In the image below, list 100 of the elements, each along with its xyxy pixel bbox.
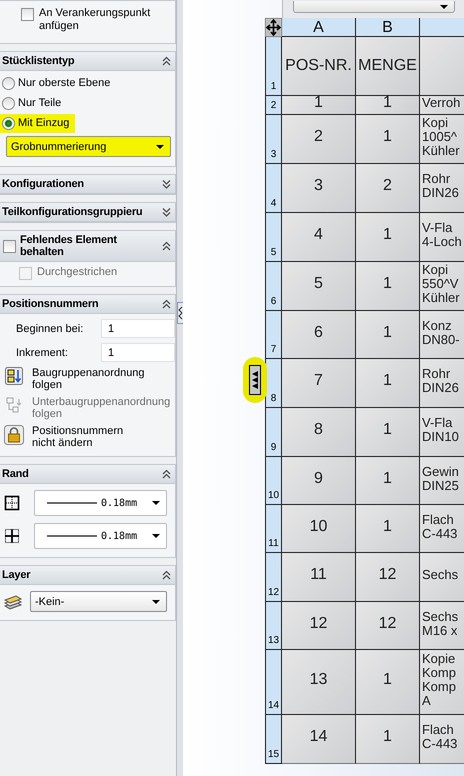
table-cell: 1 (356, 359, 420, 408)
section-header[interactable]: Positionsnummern (0, 295, 175, 314)
table-cell: Konz DN80- (420, 311, 464, 359)
option-label: Positionsnummern nicht ändern (32, 425, 124, 449)
radio-label: Nur oberste Ebene (18, 77, 110, 90)
collapse-icon[interactable] (162, 241, 171, 251)
table-cell: Flach C-443 (420, 505, 464, 553)
expand-icon[interactable] (162, 207, 171, 217)
line-sample-icon (47, 535, 97, 537)
radio-button[interactable] (2, 77, 15, 90)
table-cell: 12 (356, 553, 420, 602)
collapse-icon[interactable] (162, 469, 171, 479)
section-header[interactable]: Stücklistentyp (0, 52, 175, 71)
lock-icon[interactable] (4, 425, 24, 445)
row-header[interactable]: 10 (265, 457, 282, 505)
row-header[interactable]: 9 (265, 408, 282, 457)
collapse-icon[interactable] (162, 570, 171, 580)
table-cell: 12 (356, 602, 420, 650)
radio-label: Mit Einzug (18, 117, 70, 130)
row-header[interactable]: 2 (265, 96, 282, 115)
table-cell: Verroh (420, 96, 464, 115)
layers-icon (4, 593, 22, 610)
table-cell: 1 (356, 213, 420, 262)
checkbox[interactable] (3, 240, 16, 253)
table-cell: 2 (282, 115, 356, 164)
field-label: Beginnen bei: (15, 322, 84, 334)
column-header[interactable] (420, 18, 464, 37)
radio-button[interactable] (2, 117, 15, 130)
option-label: Baugruppenanordnung folgen (32, 367, 145, 391)
table-cell: 1 (356, 408, 420, 457)
collapse-icon[interactable] (162, 299, 171, 309)
section-title: Stücklistentyp (2, 55, 76, 67)
section-title: Fehlendes Element behalten (20, 234, 118, 258)
line-style-dropdown[interactable]: 0.18mm (34, 523, 167, 549)
section-header[interactable]: Teilkonfigurationsgruppieru (0, 203, 175, 222)
row-header[interactable]: 3 (265, 115, 282, 164)
row-header[interactable]: 7 (265, 311, 282, 359)
table-cell (420, 37, 464, 96)
row-header[interactable]: 5 (265, 213, 282, 262)
table-cell: 1 (356, 715, 420, 764)
expand-icon[interactable] (162, 179, 171, 189)
row-header[interactable]: 8 (265, 359, 282, 408)
option-label: Unterbaugruppenanordnung folgen (32, 396, 170, 420)
row-header[interactable]: 15 (265, 715, 282, 764)
table-cell: Sechs (420, 553, 464, 602)
checkbox[interactable] (21, 8, 34, 21)
column-header[interactable]: B (356, 18, 420, 37)
number-field[interactable]: 1 (101, 319, 175, 338)
table-cell: 1 (356, 96, 420, 115)
section-header[interactable]: Konfigurationen (0, 175, 175, 194)
section-title: Konfigurationen (2, 178, 85, 190)
subassembly-order-icon (5, 396, 23, 414)
table-cell: Rohr DIN26 (420, 359, 464, 408)
table-cell: Sechs M16 x (420, 602, 464, 650)
row-header[interactable]: 1 (265, 37, 282, 96)
table-cell: Flach C-443 (420, 715, 464, 764)
outer-border-icon (4, 495, 20, 511)
table-cell: 14 (282, 715, 356, 764)
dropdown[interactable]: -Kein- (30, 591, 167, 612)
table-cell: Gewin DIN25 (420, 457, 464, 505)
table-cell: 12 (282, 602, 356, 650)
caret-icon (152, 501, 160, 505)
table-cell: 5 (282, 262, 356, 311)
section-title: Rand (2, 468, 30, 480)
row-header[interactable]: 6 (265, 262, 282, 311)
section-title: Teilkonfigurationsgruppieru (2, 206, 144, 218)
move-table-icon[interactable] (265, 18, 282, 37)
assembly-order-icon[interactable] (5, 367, 23, 385)
checkbox-label: An Verankerungspunkt anfügen (39, 7, 150, 33)
table-cell: 9 (282, 457, 356, 505)
checkbox-label: Durchgestrichen (37, 266, 118, 279)
caret-icon (156, 144, 164, 148)
collapse-handle-icon[interactable] (177, 302, 184, 324)
line-style-dropdown[interactable]: 0.18mm (34, 490, 167, 516)
table-cell: POS-NR. (282, 37, 356, 96)
inner-border-icon (4, 528, 20, 544)
section-header[interactable]: Layer (0, 566, 175, 585)
row-header[interactable]: 11 (265, 505, 282, 553)
row-resize-handle-icon[interactable] (249, 365, 261, 395)
table-cell: 4 (282, 213, 356, 262)
line-sample-icon (47, 502, 97, 504)
table-cell: V-Fla 4-Loch (420, 213, 464, 262)
row-header[interactable]: 12 (265, 553, 282, 602)
section-header[interactable]: Rand (0, 465, 175, 484)
table-cell: 10 (282, 505, 356, 553)
radio-button[interactable] (2, 97, 15, 110)
column-header[interactable]: A (282, 18, 356, 37)
table-cell: 1 (356, 262, 420, 311)
section-title: Layer (2, 569, 32, 581)
section-header[interactable]: Fehlendes Element behalten (0, 231, 175, 262)
dropdown[interactable]: Grobnummerierung (6, 136, 171, 157)
row-header[interactable]: 14 (265, 650, 282, 715)
table-cell: MENGE (356, 37, 420, 96)
table-cell: 1 (356, 505, 420, 553)
number-field[interactable]: 1 (101, 343, 175, 362)
row-header[interactable]: 13 (265, 602, 282, 650)
table-cell: 11 (282, 553, 356, 602)
collapse-icon[interactable] (162, 56, 171, 66)
row-header[interactable]: 4 (265, 164, 282, 213)
caret-icon (440, 4, 448, 8)
